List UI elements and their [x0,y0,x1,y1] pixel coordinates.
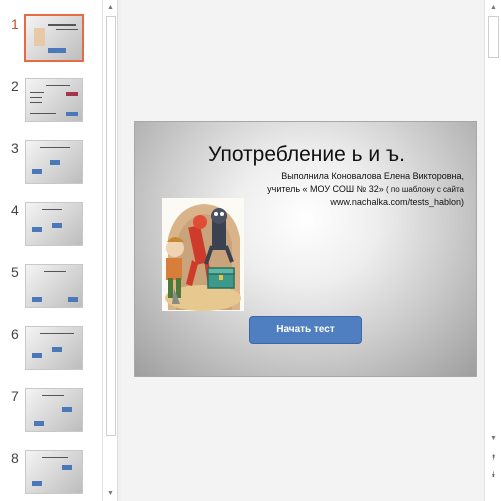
presentation-app: 1 2 3 4 5 6 7 8 ▲ ▼ Употребление ь и ъ. … [0,0,501,501]
slide-subtitle[interactable]: Выполнила Коновалова Елена Викторовна, у… [244,170,464,209]
start-test-button[interactable]: Начать тест [249,316,362,344]
slide-preview [24,14,84,62]
slide-preview [25,202,83,246]
slide-number: 3 [11,140,19,156]
slide-preview [25,326,83,370]
slide-thumbnail-6[interactable]: 6 [0,326,100,382]
slide-preview [25,140,83,184]
current-slide[interactable]: Употребление ь и ъ. Выполнила Коновалова… [134,121,477,377]
cartoon-illustration-icon[interactable] [162,198,244,311]
slide-thumbnail-2[interactable]: 2 [0,78,100,134]
slide-number: 5 [11,264,19,280]
slide-number: 2 [11,78,19,94]
slide-number: 1 [11,16,19,32]
scrollbar-thumb[interactable] [488,16,499,58]
slide-preview [25,264,83,308]
previous-slide-icon[interactable]: ⯭ [489,452,498,464]
slide-thumbnail-8[interactable]: 8 [0,450,100,501]
scrollbar-thumb[interactable] [106,16,116,436]
slide-thumbnail-pane: 1 2 3 4 5 6 7 8 [0,0,102,501]
school-line: учитель « МОУ СОШ № 32» [267,184,384,194]
slide-thumbnail-1[interactable]: 1 [0,14,100,72]
slide-number: 4 [11,202,19,218]
scroll-down-arrow-icon[interactable]: ▼ [105,488,116,499]
thumbnail-scrollbar[interactable]: ▲ ▼ [102,0,117,501]
slide-preview [25,450,83,494]
next-slide-icon[interactable]: ⯯ [489,469,498,481]
scroll-up-arrow-icon[interactable]: ▲ [488,2,499,13]
scroll-down-arrow-icon[interactable]: ▼ [488,433,499,444]
slide-number: 8 [11,450,19,466]
slide-thumbnail-5[interactable]: 5 [0,264,100,320]
slide-thumbnail-4[interactable]: 4 [0,202,100,258]
slide-preview [25,78,83,122]
slide-thumbnail-3[interactable]: 3 [0,140,100,196]
slide-title[interactable]: Употребление ь и ъ. [135,143,476,167]
slide-number: 7 [11,388,19,404]
template-note: ( по шаблону с сайта [383,185,464,194]
editor-scrollbar[interactable]: ▲ ▼ ⯭ ⯯ [484,0,501,501]
scroll-up-arrow-icon[interactable]: ▲ [105,2,116,13]
author-line: Выполнила Коновалова Елена Викторовна, [281,171,464,181]
slide-number: 6 [11,326,19,342]
site-line: www.nachalka.com/tests_hablon) [330,197,464,207]
slide-thumbnail-7[interactable]: 7 [0,388,100,444]
slide-preview [25,388,83,432]
